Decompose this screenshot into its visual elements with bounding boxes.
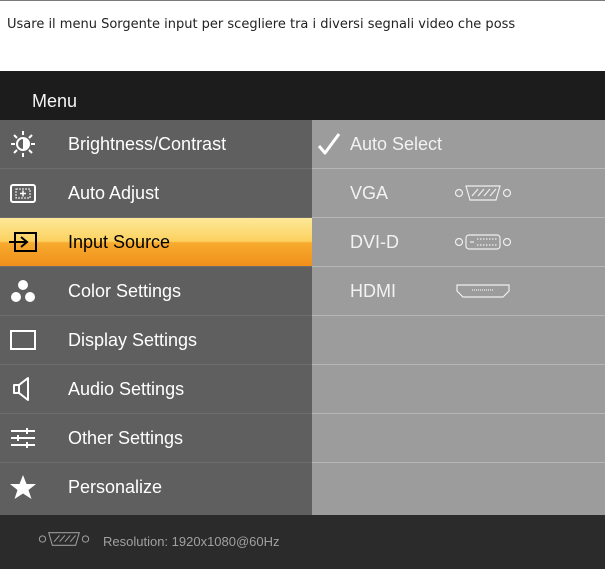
checkmark-icon (317, 133, 341, 155)
menu-item-label: Input Source (68, 232, 171, 252)
star-icon (10, 475, 36, 499)
vga-connector-icon (454, 185, 512, 201)
option-auto-select[interactable]: Auto Select (312, 120, 605, 169)
input-source-options: Auto Select VGA DVI-D HDMI (312, 120, 605, 515)
option-empty-row (312, 463, 605, 512)
menu-item-label: Auto Adjust (68, 183, 160, 203)
status-bar: Resolution: 1920x1080@60Hz (0, 515, 605, 569)
option-hdmi[interactable]: HDMI (312, 267, 605, 316)
menu-item-label: Color Settings (68, 281, 182, 301)
top-divider (0, 0, 605, 1)
menu-item-label: Audio Settings (68, 379, 185, 399)
main-menu-list: Brightness/Contrast Auto Adjust Input So… (0, 120, 312, 515)
osd-title-bar: Menu (0, 71, 605, 120)
input-source-icon (9, 232, 37, 252)
option-label: VGA (350, 183, 389, 203)
dvi-connector-icon (454, 234, 512, 250)
option-label: Auto Select (350, 134, 443, 154)
display-settings-icon (10, 330, 36, 350)
auto-adjust-icon (10, 184, 36, 203)
sliders-icon (11, 428, 35, 448)
option-label: HDMI (350, 281, 396, 301)
vga-connector-icon (38, 532, 90, 546)
menu-item-color-settings[interactable]: Color Settings (0, 267, 312, 316)
menu-item-display-settings[interactable]: Display Settings (0, 316, 312, 365)
resolution-text: Resolution: 1920x1080@60Hz (103, 534, 280, 549)
color-settings-icon (11, 280, 35, 302)
brightness-icon (11, 131, 35, 157)
option-vga[interactable]: VGA (312, 169, 605, 218)
menu-item-input-source[interactable]: Input Source (0, 218, 312, 267)
intro-text: Usare il menu Sorgente input per sceglie… (7, 17, 516, 32)
menu-item-audio-settings[interactable]: Audio Settings (0, 365, 312, 414)
option-empty-row (312, 316, 605, 365)
option-label: DVI-D (350, 232, 399, 252)
osd-menu: Menu Brightness/Contrast Auto Adjust Inp… (0, 71, 605, 569)
menu-item-auto-adjust[interactable]: Auto Adjust (0, 169, 312, 218)
osd-title: Menu (32, 91, 78, 111)
menu-item-label: Brightness/Contrast (68, 134, 227, 154)
menu-item-label: Other Settings (68, 428, 184, 448)
menu-item-other-settings[interactable]: Other Settings (0, 414, 312, 463)
option-dvi-d[interactable]: DVI-D (312, 218, 605, 267)
menu-item-label: Display Settings (68, 330, 198, 350)
option-empty-row (312, 414, 605, 463)
menu-item-personalize[interactable]: Personalize (0, 463, 312, 512)
option-empty-row (312, 365, 605, 414)
hdmi-connector-icon (456, 284, 510, 298)
menu-item-label: Personalize (68, 477, 163, 497)
menu-item-brightness-contrast[interactable]: Brightness/Contrast (0, 120, 312, 169)
speaker-icon (13, 377, 29, 401)
